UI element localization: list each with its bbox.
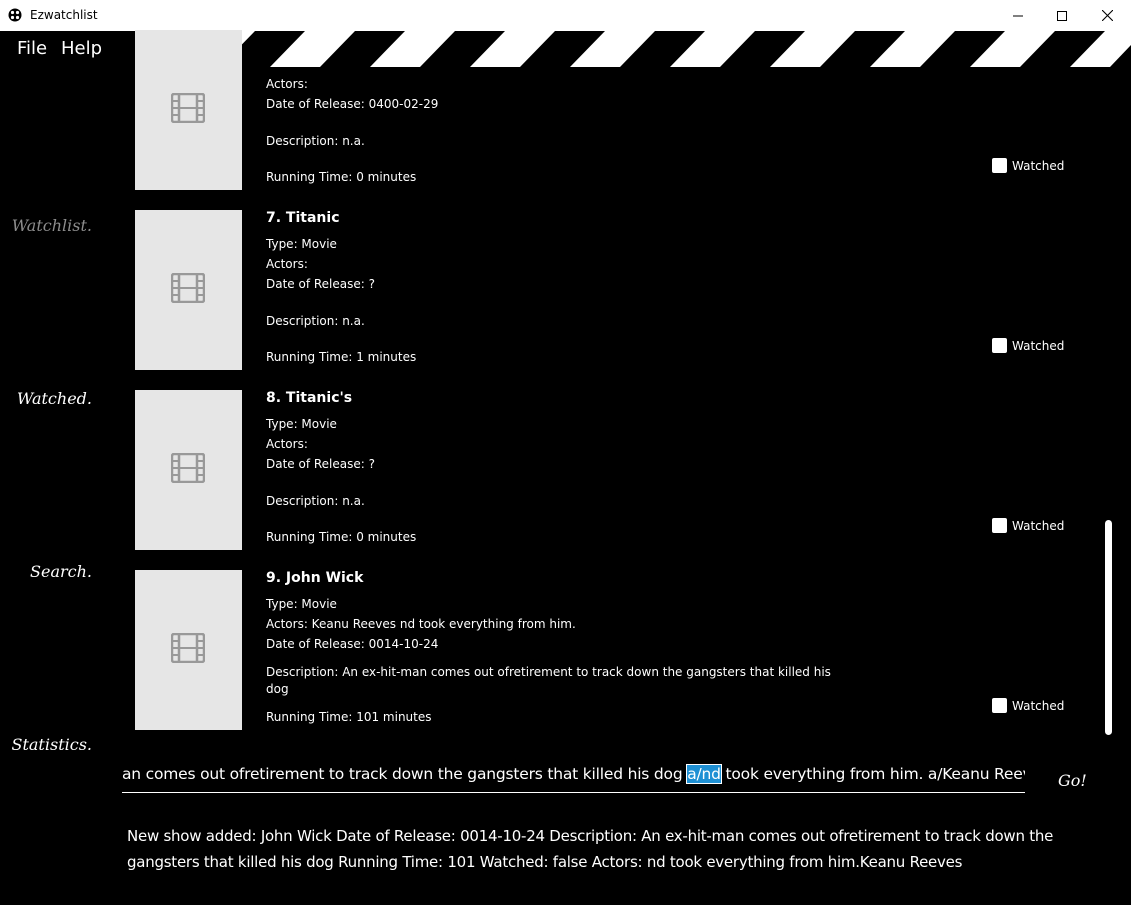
show-type: Type: Movie: [266, 597, 337, 611]
result-display: New show added: John Wick Date of Releas…: [127, 827, 1054, 871]
poster-placeholder: [135, 210, 242, 370]
maximize-icon: [1057, 10, 1067, 21]
watched-checkbox[interactable]: Watched: [992, 338, 1064, 353]
menu-help[interactable]: Help: [61, 38, 102, 59]
sidebar-item-watchlist[interactable]: Watchlist.: [0, 216, 92, 235]
sidebar-item-search[interactable]: Search.: [0, 562, 92, 581]
film-icon: [171, 93, 205, 123]
watched-label: Watched: [1012, 698, 1065, 713]
command-text-after: took everything from him. a/Keanu Reeves: [720, 765, 1026, 783]
show-description-cont: dog: [266, 682, 289, 696]
watched-label: Watched: [1012, 338, 1065, 353]
checkbox-box[interactable]: [992, 698, 1007, 713]
film-icon: [171, 273, 205, 303]
show-running-time: Running Time: 1 minutes: [266, 350, 417, 364]
show-type: Type: Movie: [266, 417, 337, 431]
show-release: Date of Release: ?: [266, 277, 375, 291]
show-running-time: Running Time: 0 minutes: [266, 170, 417, 184]
show-title: 9. John Wick: [266, 570, 364, 586]
watched-label: Watched: [1012, 158, 1065, 173]
title-bar: Ezwatchlist: [0, 0, 1131, 32]
film-icon: [171, 633, 205, 663]
film-icon: [171, 453, 205, 483]
maximize-button[interactable]: [1039, 0, 1085, 31]
show-running-time: Running Time: 101 minutes: [266, 710, 432, 724]
menu-file[interactable]: File: [17, 38, 47, 59]
scrollbar-thumb[interactable]: [1105, 520, 1112, 735]
show-description: Description: n.a.: [266, 494, 365, 508]
sidebar-item-statistics[interactable]: Statistics.: [0, 735, 93, 754]
close-button[interactable]: [1084, 0, 1130, 31]
show-actors: Actors:: [266, 437, 308, 451]
show-description: Description: n.a.: [266, 314, 365, 328]
close-icon: [1101, 10, 1113, 21]
show-actors: Actors:: [266, 257, 308, 271]
command-selection: a/nd: [686, 764, 722, 784]
show-card: 9. John Wick Type: Movie Actors: Keanu R…: [135, 570, 1065, 730]
watched-checkbox[interactable]: Watched: [992, 698, 1064, 713]
minimize-button[interactable]: [995, 0, 1041, 31]
checkbox-box[interactable]: [992, 338, 1007, 353]
show-actors: Actors:: [266, 77, 308, 91]
show-description: Description: n.a.: [266, 134, 365, 148]
poster-placeholder: [135, 570, 242, 730]
minimize-icon: [1013, 15, 1023, 16]
show-card: Actors: Date of Release: 0400-02-29 Desc…: [135, 30, 1065, 190]
window-title: Ezwatchlist: [30, 8, 98, 22]
show-release: Date of Release: 0014-10-24: [266, 637, 439, 651]
show-type: Type: Movie: [266, 237, 337, 251]
show-actors: Actors: Keanu Reeves nd took everything …: [266, 617, 576, 631]
app-icon: [8, 8, 22, 22]
show-card: 8. Titanic's Type: Movie Actors: Date of…: [135, 390, 1065, 550]
checkbox-box[interactable]: [992, 158, 1007, 173]
watched-checkbox[interactable]: Watched: [992, 518, 1064, 533]
show-title: 8. Titanic's: [266, 390, 353, 406]
sidebar-item-watched[interactable]: Watched.: [0, 389, 92, 408]
show-description: Description: An ex-hit-man comes out ofr…: [266, 665, 831, 679]
go-button[interactable]: Go!: [1058, 771, 1087, 790]
checkbox-box[interactable]: [992, 518, 1007, 533]
show-release: Date of Release: 0400-02-29: [266, 97, 439, 111]
poster-placeholder: [135, 30, 242, 190]
command-input[interactable]: an comes out ofretirement to track down …: [122, 760, 1025, 793]
show-release: Date of Release: ?: [266, 457, 375, 471]
show-title: 7. Titanic: [266, 210, 340, 226]
command-text-before: an comes out ofretirement to track down …: [122, 765, 688, 783]
show-card: 7. Titanic Type: Movie Actors: Date of R…: [135, 210, 1065, 370]
watched-label: Watched: [1012, 518, 1065, 533]
command-text: an comes out ofretirement to track down …: [122, 764, 1026, 784]
poster-placeholder: [135, 390, 242, 550]
watched-checkbox[interactable]: Watched: [992, 158, 1064, 173]
show-running-time: Running Time: 0 minutes: [266, 530, 417, 544]
